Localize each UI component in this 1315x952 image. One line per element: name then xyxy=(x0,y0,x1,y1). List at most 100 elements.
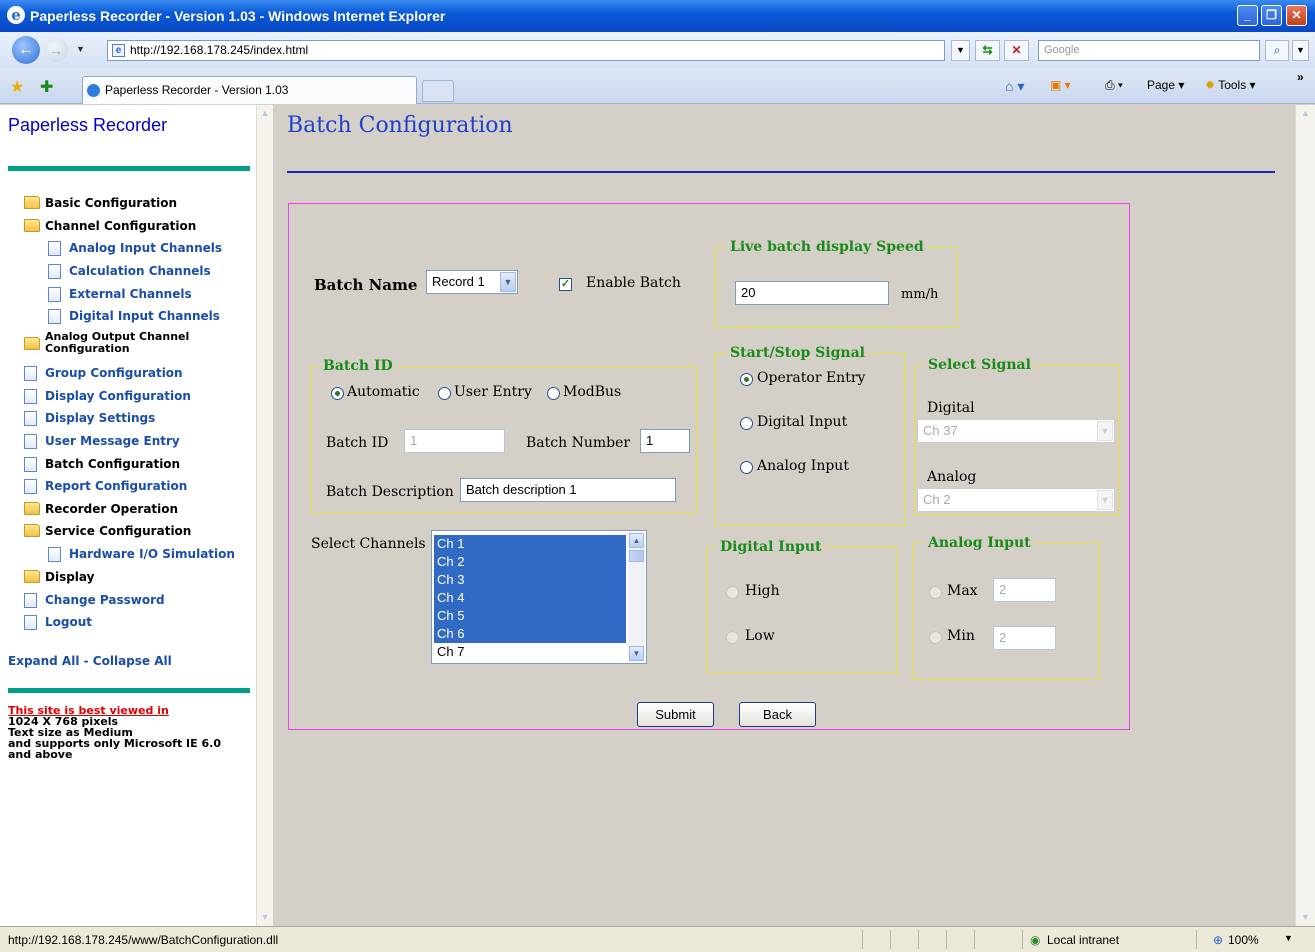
batch-description-label: Batch Description xyxy=(326,484,454,500)
minimize-button[interactable]: _ xyxy=(1237,5,1258,26)
max-radio[interactable] xyxy=(929,586,942,599)
modbus-radio[interactable] xyxy=(547,387,560,400)
chevron-more-icon[interactable]: » xyxy=(1297,70,1304,84)
security-zone: Local intranet xyxy=(1047,933,1120,947)
batch-name-label: Batch Name xyxy=(314,276,418,294)
chevron-down-icon: ▼ xyxy=(1097,421,1113,441)
zoom-level[interactable]: 100% xyxy=(1228,933,1259,947)
zoom-dropdown-icon[interactable]: ▼ xyxy=(1284,933,1293,943)
favorites-star-icon[interactable]: ★ xyxy=(10,77,24,97)
analog-label: Analog xyxy=(927,469,977,485)
digital-input-radio[interactable] xyxy=(740,417,753,430)
close-button[interactable]: ✕ xyxy=(1286,5,1307,26)
list-item[interactable]: Ch 1 xyxy=(434,535,626,553)
page-icon xyxy=(48,264,61,279)
home-icon[interactable]: ⌂ ▾ xyxy=(1005,78,1024,95)
scroll-up-icon[interactable]: ▲ xyxy=(629,533,644,548)
analog-input-radio[interactable] xyxy=(740,461,753,474)
search-input[interactable]: Google xyxy=(1038,40,1260,61)
min-input[interactable]: 2 xyxy=(993,626,1056,650)
low-label: Low xyxy=(745,628,775,644)
feeds-icon[interactable]: ▣ ▾ xyxy=(1050,78,1071,92)
list-item[interactable]: Ch 2 xyxy=(434,553,626,571)
back-nav-button[interactable]: ← xyxy=(12,36,40,64)
maximize-button[interactable]: ❐ xyxy=(1261,5,1282,26)
digital-input-label: Digital Input xyxy=(757,414,848,430)
enable-batch-checkbox[interactable]: ✓ xyxy=(559,278,572,291)
scroll-up-icon[interactable]: ▲ xyxy=(1296,105,1315,122)
channels-listbox[interactable]: Ch 1 Ch 2 Ch 3 Ch 4 Ch 5 Ch 6 Ch 7 ▲ ▼ xyxy=(431,530,647,664)
back-button[interactable]: Back xyxy=(739,702,816,727)
enable-batch-label: Enable Batch xyxy=(586,275,681,291)
expand-collapse-link[interactable]: Expand All - Collapse All xyxy=(8,654,172,668)
title-rule xyxy=(287,171,1275,173)
divider xyxy=(1022,930,1023,949)
stop-icon[interactable]: ✕ xyxy=(1004,40,1029,61)
refresh-icon[interactable]: ⇆ xyxy=(975,40,1000,61)
open-folder-icon xyxy=(24,219,40,232)
submit-button[interactable]: Submit xyxy=(637,702,714,727)
tools-menu[interactable]: ✹ Tools ▾ xyxy=(1205,78,1256,92)
url-field[interactable]: e http://192.168.178.245/index.html xyxy=(107,40,945,61)
navigation-scrollbar[interactable]: ▲ ▼ xyxy=(256,105,273,926)
history-dropdown-icon[interactable]: ▼ xyxy=(76,44,85,54)
batch-name-value: Record 1 xyxy=(432,274,485,289)
scroll-down-icon[interactable]: ▼ xyxy=(629,646,644,661)
min-label: Min xyxy=(947,628,975,644)
content-scrollbar[interactable]: ▲ ▼ xyxy=(1295,105,1315,926)
divider xyxy=(862,930,863,949)
low-radio[interactable] xyxy=(726,631,739,644)
page-icon xyxy=(48,287,61,302)
scroll-down-icon[interactable]: ▼ xyxy=(257,909,273,926)
user-entry-radio[interactable] xyxy=(438,387,451,400)
chevron-down-icon: ▼ xyxy=(1097,490,1113,510)
digital-label: Digital xyxy=(927,400,975,416)
new-tab-button[interactable] xyxy=(422,80,454,102)
list-item[interactable]: Ch 6 xyxy=(434,625,626,643)
max-input[interactable]: 2 xyxy=(993,578,1056,602)
divider xyxy=(8,166,250,171)
max-label: Max xyxy=(947,583,978,599)
print-icon[interactable]: ⎙ ▾ xyxy=(1105,78,1123,93)
scroll-down-icon[interactable]: ▼ xyxy=(1296,909,1315,926)
search-icon[interactable]: ⌕ xyxy=(1265,40,1289,61)
add-favorites-icon[interactable]: ✚ xyxy=(40,77,53,97)
search-options-button[interactable]: ▼ xyxy=(1292,40,1309,61)
page-icon xyxy=(24,366,37,381)
status-bar: http://192.168.178.245/www/BatchConfigur… xyxy=(0,926,1315,952)
list-item[interactable]: Ch 3 xyxy=(434,571,626,589)
batch-number-input[interactable]: 1 xyxy=(640,429,690,453)
tab-active[interactable]: Paperless Recorder - Version 1.03 xyxy=(82,76,417,104)
page-title: Batch Configuration xyxy=(287,113,513,138)
page-icon xyxy=(24,457,37,472)
page-icon xyxy=(24,593,37,608)
analog-input-legend: Analog Input xyxy=(924,535,1035,551)
live-speed-input[interactable]: 20 xyxy=(735,281,889,305)
list-item[interactable]: Ch 4 xyxy=(434,589,626,607)
digital-signal-select[interactable]: Ch 37 ▼ xyxy=(917,419,1115,443)
batch-id-input[interactable]: 1 xyxy=(404,429,505,453)
high-label: High xyxy=(745,583,780,599)
operator-entry-radio[interactable] xyxy=(740,373,753,386)
analog-signal-select[interactable]: Ch 2 ▼ xyxy=(917,488,1115,512)
listbox-scrollbar[interactable]: ▲ ▼ xyxy=(628,532,645,662)
url-dropdown-button[interactable]: ▼ xyxy=(951,40,970,61)
address-bar-row: ← → ▼ e http://192.168.178.245/index.htm… xyxy=(0,32,1315,68)
list-item[interactable]: Ch 7 xyxy=(434,643,626,661)
scroll-up-icon[interactable]: ▲ xyxy=(257,105,273,122)
high-radio[interactable] xyxy=(726,586,739,599)
select-channels-label: Select Channels xyxy=(311,536,426,552)
batch-description-input[interactable]: Batch description 1 xyxy=(460,478,676,502)
folder-icon xyxy=(24,196,40,209)
divider xyxy=(974,930,975,949)
zoom-icon[interactable]: ⊕ xyxy=(1213,933,1223,947)
min-radio[interactable] xyxy=(929,631,942,644)
note-line: and above xyxy=(8,748,73,761)
automatic-radio[interactable] xyxy=(331,387,344,400)
digital-input-legend: Digital Input xyxy=(716,539,826,555)
forward-nav-button[interactable]: → xyxy=(44,38,68,62)
batch-name-select[interactable]: Record 1 ▼ xyxy=(426,270,518,294)
page-menu[interactable]: Page ▾ xyxy=(1147,78,1184,92)
scroll-thumb[interactable] xyxy=(629,550,644,562)
list-item[interactable]: Ch 5 xyxy=(434,607,626,625)
